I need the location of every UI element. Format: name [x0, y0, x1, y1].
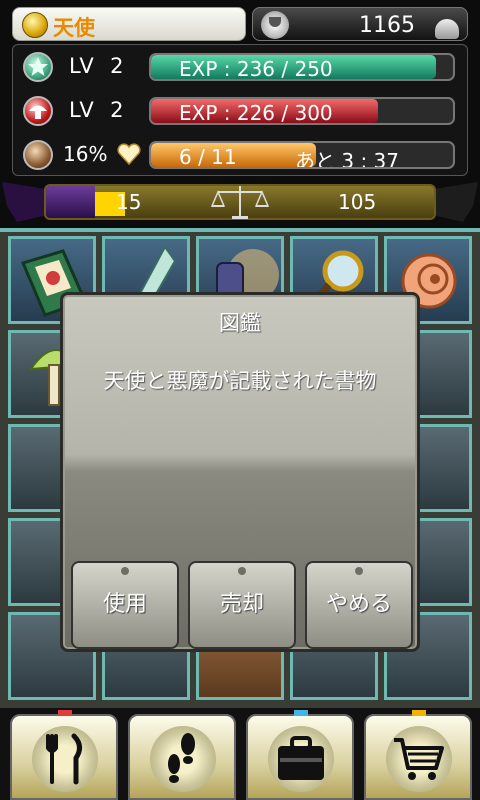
mood-stat-row: 16% 6 / 11 あと 3 : 37 — [13, 133, 469, 177]
light-value: 105 — [338, 190, 377, 214]
trophy-icon — [261, 11, 289, 39]
use-button[interactable]: 使用 — [71, 561, 179, 649]
cart-icon — [394, 738, 444, 780]
mood-face-icon — [23, 140, 53, 170]
money-bag-icon — [435, 19, 459, 39]
stamina-text: 6 / 11 — [179, 145, 237, 169]
devil-level: LV 2 — [69, 98, 125, 122]
money-panel: 1165 — [252, 7, 468, 41]
bag-icon — [278, 736, 324, 780]
stamina-bar: 6 / 11 あと 3 : 37 — [149, 141, 455, 169]
angel-stat-row: LV 2 EXP : 236 / 250 — [13, 45, 469, 89]
nav-food-button[interactable] — [10, 710, 118, 800]
money-amount: 1165 — [359, 13, 415, 38]
devil-exp-text: EXP : 226 / 300 — [179, 101, 333, 125]
stamina-timer: あと 3 : 37 — [295, 149, 399, 169]
devil-mushroom-icon — [23, 96, 53, 126]
devil-exp-bar: EXP : 226 / 300 — [149, 97, 455, 125]
scale-icon — [210, 186, 270, 219]
balance-bar: 15 105 — [0, 178, 480, 228]
halo-icon — [22, 12, 48, 38]
items-badge — [294, 710, 308, 716]
nav-items-button[interactable] — [246, 710, 354, 800]
footprints-icon — [168, 733, 195, 783]
angel-star-icon — [23, 52, 53, 82]
bottom-nav — [0, 708, 480, 800]
angel-exp-text: EXP : 236 / 250 — [179, 57, 333, 81]
food-badge — [58, 710, 72, 716]
stats-panel: LV 2 EXP : 236 / 250 LV 2 EXP : 226 / 30… — [12, 44, 468, 176]
sell-button[interactable]: 売却 — [188, 561, 296, 649]
mood-percent: 16% — [63, 142, 108, 166]
dialog-description: 天使と悪魔が記載された書物 — [103, 369, 377, 393]
nav-shop-button[interactable] — [364, 710, 472, 800]
devil-stat-row: LV 2 EXP : 226 / 300 — [13, 89, 469, 133]
cancel-button[interactable]: やめる — [305, 561, 413, 649]
nav-walk-button[interactable] — [128, 714, 236, 800]
item-dialog: 図鑑 天使と悪魔が記載された書物 使用 売却 やめる — [60, 292, 420, 652]
player-name: 天使 — [53, 16, 95, 40]
heart-icon — [117, 143, 141, 165]
dark-value: 15 — [116, 190, 142, 214]
shop-badge — [412, 710, 426, 716]
player-name-tab[interactable]: 天使 — [12, 7, 246, 41]
angel-exp-bar: EXP : 236 / 250 — [149, 53, 455, 81]
fork-knife-icon — [46, 733, 82, 785]
dark-side-fill — [46, 186, 95, 218]
dialog-title: 図鑑 — [219, 311, 261, 335]
angel-level: LV 2 — [69, 54, 125, 78]
